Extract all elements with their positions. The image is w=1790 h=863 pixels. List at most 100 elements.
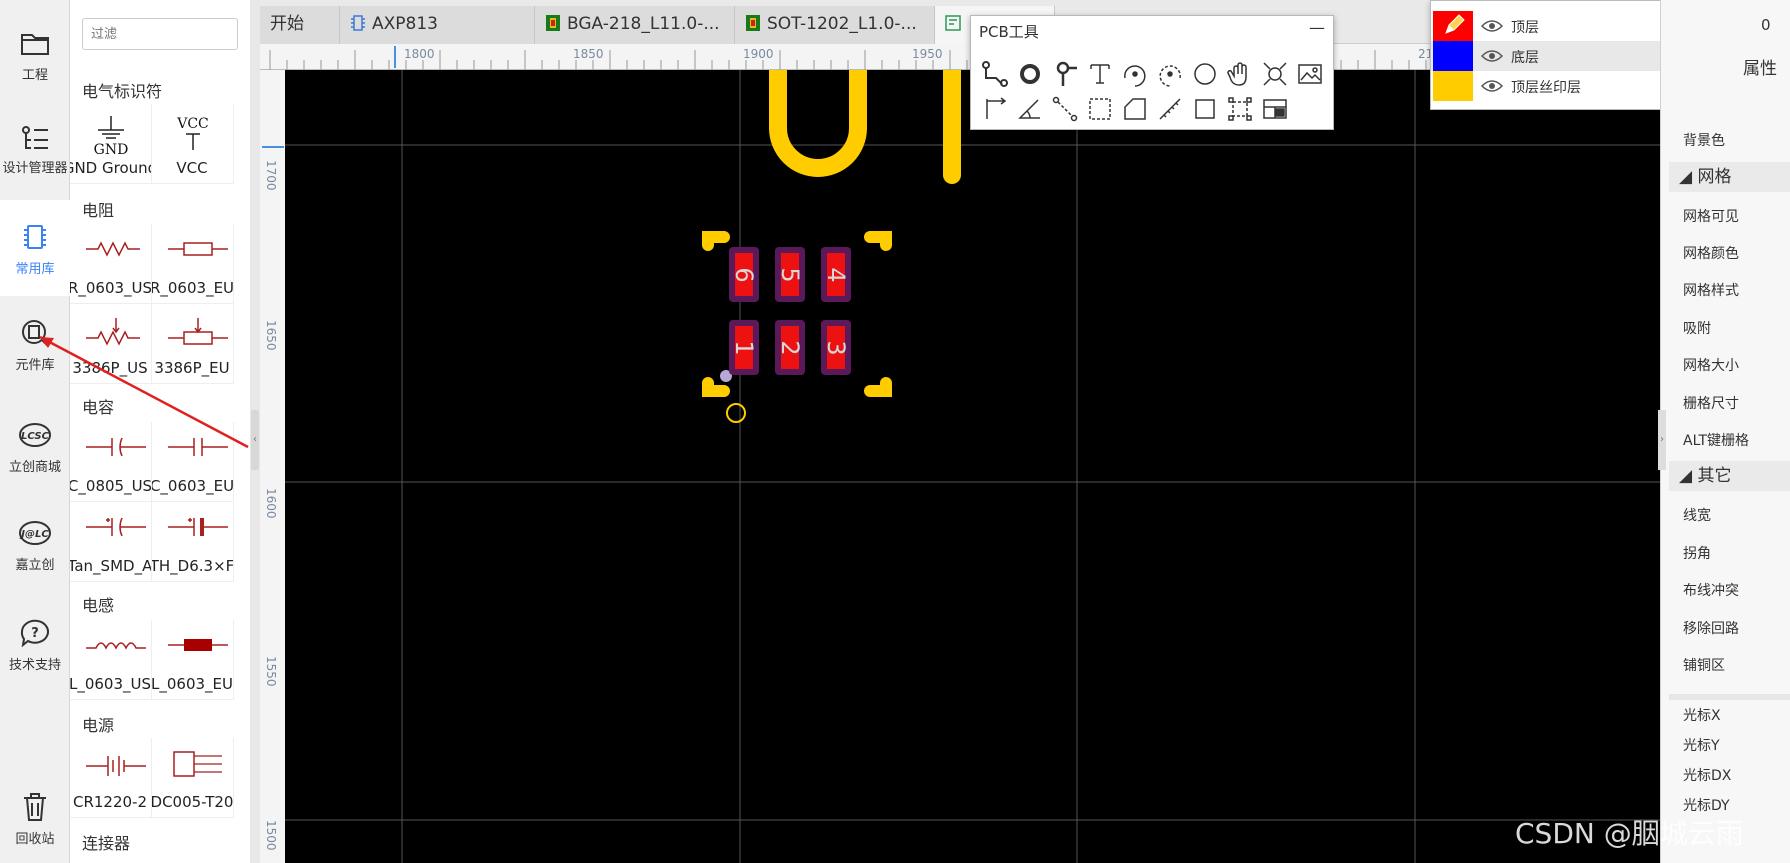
right-collapse-handle[interactable]: › — [1658, 410, 1666, 470]
eye-icon[interactable] — [1481, 18, 1503, 34]
library-item-caption: C_0603_EU — [152, 477, 234, 495]
footprint-icon — [546, 15, 560, 31]
ruler-label: 1650 — [264, 320, 278, 351]
layer-name: 顶层 — [1511, 20, 1539, 36]
dashed-rect-icon[interactable] — [1086, 95, 1114, 123]
prop-raster-size[interactable]: 栅格尺寸 — [1683, 393, 1739, 413]
measure-icon[interactable] — [1156, 95, 1184, 123]
arc-ccw-icon[interactable] — [1156, 60, 1184, 88]
pad-number: 4 — [822, 267, 850, 282]
eye-icon[interactable] — [1481, 78, 1503, 94]
rect-icon[interactable] — [1191, 95, 1219, 123]
layer-color-swatch[interactable] — [1433, 71, 1473, 101]
pencil-icon — [1445, 14, 1465, 34]
ruler-label: 1500 — [264, 820, 278, 851]
library-item-inductor-us[interactable]: L_0603_US — [70, 620, 152, 700]
nav-label: 嘉立创 — [15, 558, 55, 573]
prop-grid-size[interactable]: 网格大小 — [1683, 355, 1739, 375]
eye-icon[interactable] — [1481, 48, 1503, 64]
pad-number: 5 — [776, 267, 804, 282]
annotation-arrow — [39, 335, 249, 449]
library-item-battery[interactable]: CR1220-2 — [70, 738, 152, 818]
nav-label: 回收站 — [15, 832, 55, 847]
library-item-electrolytic[interactable]: TH_D6.3×F — [152, 502, 234, 582]
nav-jlc[interactable]: J@LC 嘉立创 — [0, 516, 70, 596]
pad-numbers: 6 5 4 1 2 3 — [730, 267, 850, 355]
layer-color-swatch[interactable] — [1433, 41, 1473, 71]
pad-number: 6 — [730, 267, 758, 282]
section-grid[interactable]: ◢ 网格 — [1669, 162, 1790, 192]
snap-icon[interactable] — [1226, 95, 1254, 123]
via-icon[interactable] — [1051, 60, 1079, 88]
tab-label: 开始 — [270, 14, 304, 34]
library-item-caption: L_0603_US — [70, 675, 152, 693]
layer-name: 底层 — [1511, 50, 1539, 66]
solid-region-icon[interactable] — [1121, 95, 1149, 123]
library-item-inductor-eu[interactable]: L_0603_EU — [152, 620, 234, 700]
angle-icon[interactable] — [1016, 95, 1044, 123]
chip-outline-icon — [351, 15, 365, 31]
nav-tech-support[interactable]: ? 技术支持 — [0, 616, 70, 696]
circle-icon[interactable] — [1191, 60, 1219, 88]
tab-start[interactable]: 开始 — [260, 6, 340, 44]
ruler-label: 1800 — [404, 47, 435, 61]
library-item-dc-jack[interactable]: DC005-T20 — [152, 738, 234, 818]
watermark: CSDN @胭城云雨 — [1515, 817, 1744, 850]
inductor-us-icon — [86, 642, 146, 650]
pcb-canvas[interactable]: 6 5 4 1 2 3 — [285, 70, 1660, 863]
pan-hand-icon[interactable] — [1226, 60, 1254, 88]
prop-grid-style[interactable]: 网格样式 — [1683, 280, 1739, 300]
prop-cursor-y: 光标Y — [1683, 738, 1720, 754]
library-item-tantalum[interactable]: Tan_SMD_A — [70, 502, 152, 582]
image-icon[interactable] — [1296, 60, 1324, 88]
pcb-icon — [945, 15, 961, 31]
prop-corner[interactable]: 拐角 — [1683, 543, 1711, 563]
svg-text:J@LC: J@LC — [19, 529, 49, 540]
library-item-caption: TH_D6.3×F — [152, 557, 234, 575]
tab-axp813[interactable]: AXP813 — [340, 6, 535, 44]
cursor-marker — [394, 46, 396, 68]
tab-sot-1202[interactable]: SOT-1202_L1.0-... — [735, 6, 935, 44]
prop-routing-conflict[interactable]: 布线冲突 — [1683, 580, 1739, 600]
library-item-caption: Tan_SMD_A — [70, 557, 152, 575]
section-title: 网格 — [1697, 167, 1732, 187]
prop-snap[interactable]: 吸附 — [1683, 318, 1711, 338]
arc-icon[interactable] — [1121, 60, 1149, 88]
easyeda-pcb-editor: 工程 设计管理器 常用库 元件库 LCSC 立创商城 J@LC 嘉立创 ? 技术… — [0, 0, 1790, 863]
dimension-icon[interactable] — [981, 95, 1009, 123]
layer-color-swatch[interactable] — [1433, 11, 1473, 41]
dashed-line-icon[interactable] — [1051, 95, 1079, 123]
connect-icon[interactable] — [1261, 60, 1289, 88]
minimize-button[interactable]: — — [1309, 18, 1325, 37]
library-item-caption: C_0805_US — [70, 477, 152, 495]
category-connectors: 连接器 — [82, 834, 131, 853]
ruler-label: 1900 — [743, 47, 774, 61]
nav-recycle-bin[interactable]: 回收站 — [0, 790, 70, 860]
nav-label: 立创商城 — [8, 460, 61, 475]
track-icon[interactable] — [981, 60, 1009, 88]
ruler-label: 1550 — [264, 656, 278, 687]
properties-header: 属性 — [1743, 59, 1777, 79]
nav-label: 技术支持 — [8, 658, 61, 673]
prop-grid-color[interactable]: 网格颜色 — [1683, 243, 1739, 263]
section-title: 其它 — [1697, 466, 1732, 486]
section-other[interactable]: ◢ 其它 — [1669, 461, 1790, 491]
battery-icon — [86, 756, 146, 776]
prop-line-width[interactable]: 线宽 — [1683, 505, 1711, 525]
prop-grid-visible[interactable]: 网格可见 — [1683, 206, 1739, 226]
pad-icon[interactable] — [1016, 60, 1044, 88]
tab-bga-218[interactable]: BGA-218_L11.0-... — [535, 6, 735, 44]
footprint-icon — [746, 15, 760, 31]
prop-background-color[interactable]: 背景色 — [1683, 130, 1725, 150]
grid-lines — [285, 70, 1660, 863]
library-item-caption: L_0603_EU — [152, 675, 233, 693]
prop-remove-loop[interactable]: 移除回路 — [1683, 618, 1739, 638]
prop-copper-area[interactable]: 铺铜区 — [1683, 655, 1725, 675]
pad-number: 3 — [822, 340, 850, 355]
prop-alt-grid[interactable]: ALT键栅格 — [1683, 430, 1749, 450]
divider — [1669, 694, 1790, 700]
text-icon[interactable] — [1086, 60, 1114, 88]
svg-text:?: ? — [31, 626, 39, 641]
layout-icon[interactable] — [1261, 95, 1289, 123]
jlc-logo-icon: J@LC — [19, 521, 51, 545]
